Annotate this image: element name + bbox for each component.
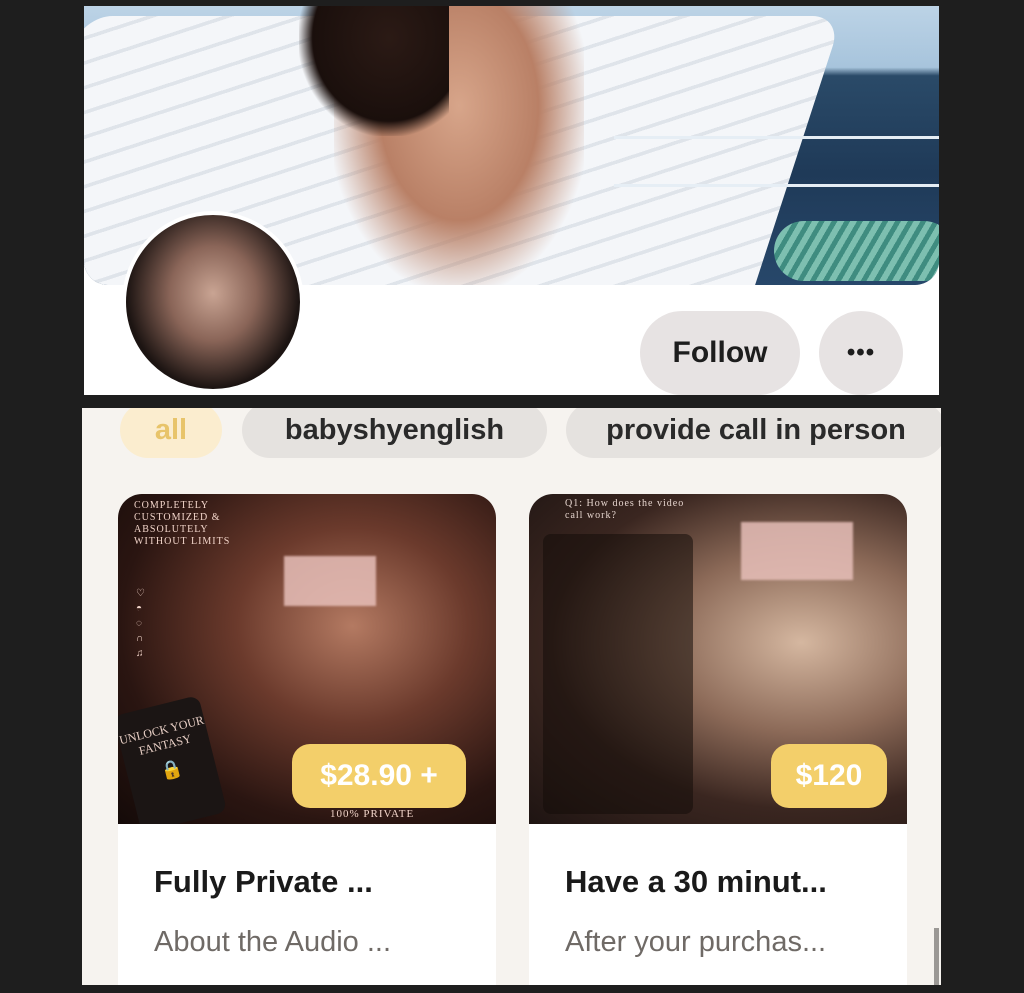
tab-all[interactable]: all bbox=[120, 408, 222, 458]
product-title: Have a 30 minut... bbox=[565, 864, 827, 899]
price-badge: $28.90 + bbox=[292, 744, 466, 808]
more-options-button[interactable]: ••• bbox=[819, 311, 903, 395]
profile-header: Follow ••• bbox=[84, 6, 939, 395]
product-card[interactable]: Q1: How does the video call work? $120 H… bbox=[529, 494, 907, 985]
more-icon: ••• bbox=[846, 339, 876, 366]
mask-icon: ♫ bbox=[136, 648, 145, 659]
avatar[interactable] bbox=[122, 211, 304, 393]
cover-figure-hair bbox=[299, 6, 449, 136]
product-title: Fully Private ... bbox=[154, 864, 373, 899]
product-thumbnail: Q1: How does the video call work? $120 bbox=[529, 494, 907, 824]
private-label: 100% PRIVATE bbox=[330, 808, 415, 820]
scrollbar[interactable] bbox=[934, 928, 939, 985]
heart-icon: ♡ bbox=[136, 588, 146, 599]
censor-blur bbox=[741, 522, 853, 580]
lips-icon: ◓ bbox=[136, 603, 144, 614]
chat-icon: ◌ bbox=[136, 618, 143, 629]
shop-section: all babyshyenglish provide call in perso… bbox=[82, 408, 941, 985]
price-badge: $120 bbox=[771, 744, 887, 808]
faq-text: Q1: How does the video call work? bbox=[565, 498, 685, 521]
rope-coil bbox=[774, 221, 939, 281]
censor-blur bbox=[284, 556, 376, 606]
headphones-icon: ∩ bbox=[136, 633, 145, 644]
tab-provide-call-in-person[interactable]: provide call in person bbox=[566, 408, 941, 458]
product-card[interactable]: COMPLETELY CUSTOMIZED & ABSOLUTELY WITHO… bbox=[118, 494, 496, 985]
thumbnail-headline: COMPLETELY CUSTOMIZED & ABSOLUTELY WITHO… bbox=[134, 500, 231, 547]
feature-icon-list: ♡ ◓ ◌ ∩ ♫ bbox=[136, 584, 146, 663]
unlock-text: UNLOCK YOUR FANTASY bbox=[118, 712, 206, 758]
product-thumbnail: COMPLETELY CUSTOMIZED & ABSOLUTELY WITHO… bbox=[118, 494, 496, 824]
tab-babyshyenglish[interactable]: babyshyenglish bbox=[242, 408, 547, 458]
faq-panel bbox=[543, 534, 693, 814]
product-description: After your purchas... bbox=[565, 926, 827, 958]
follow-button[interactable]: Follow bbox=[640, 311, 800, 395]
boat-railing-lower bbox=[614, 184, 939, 187]
boat-railing bbox=[614, 136, 939, 139]
product-description: About the Audio ... bbox=[154, 926, 392, 958]
unlock-fantasy-badge: UNLOCK YOUR FANTASY 🔒 bbox=[118, 695, 228, 824]
